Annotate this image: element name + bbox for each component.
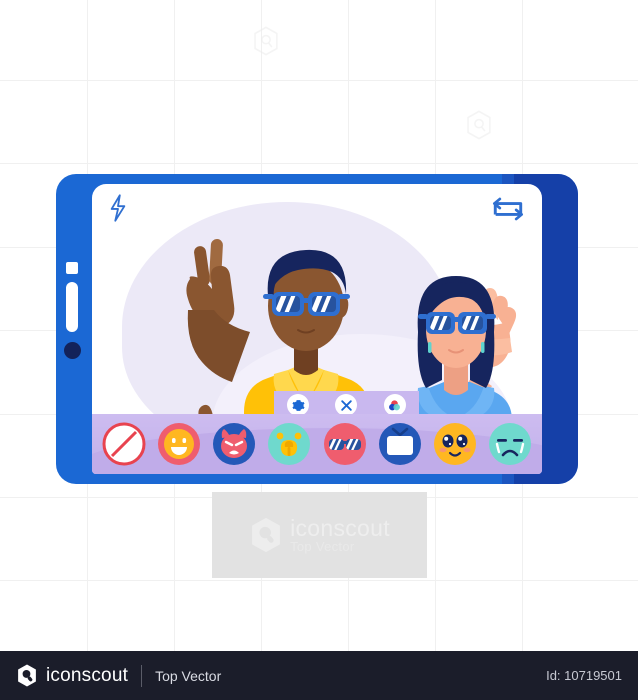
filter-kawaii[interactable] [433,422,477,466]
gear-icon [292,399,305,411]
device-screen [92,184,542,474]
color-circles-icon [389,399,401,410]
center-watermark-subtitle: Top Vector [290,539,355,555]
iconscout-logo-icon [16,664,38,687]
volume-pill-button[interactable] [66,282,78,332]
filter-no-filter[interactable] [102,422,146,466]
center-watermark-brand: iconscout [290,515,390,542]
flash-bolt-icon[interactable] [108,194,128,222]
color-filter-button[interactable] [383,394,406,416]
watermark-badge-icon [251,26,281,56]
tablet-device [56,174,578,484]
filter-bear[interactable] [267,422,311,466]
switch-camera-repeat-icon[interactable] [488,194,528,224]
filter-smiley[interactable] [157,422,201,466]
filter-sad[interactable] [488,422,532,466]
footer-brand: iconscout [46,664,129,686]
filter-tv[interactable] [378,422,422,466]
footer-category: Top Vector [155,667,222,684]
volume-square-button[interactable] [66,262,78,274]
footer-bar: iconscout Top Vector Id: 10719501 [0,651,638,700]
center-watermark: iconscout Top Vector [212,492,427,578]
illustration-canvas: iconscout Top Vector iconscout Top Vecto… [0,0,638,700]
settings-gear-button[interactable] [287,394,310,416]
footer-logo[interactable]: iconscout [16,664,128,687]
filter-strip [92,414,542,474]
earring-right [481,342,485,353]
man-peace-hand [186,239,250,434]
earring-left [428,342,432,353]
close-x-icon [341,399,352,411]
footer-divider [141,664,143,687]
footer-id: Id: 10719501 [546,668,622,683]
watermark-badge-icon [464,110,494,140]
close-button[interactable] [335,394,358,416]
iconscout-hex-magnifier-icon [249,517,283,553]
filter-sunglasses[interactable] [323,422,367,466]
front-camera-lens [64,342,81,359]
filter-devil[interactable] [212,422,256,466]
